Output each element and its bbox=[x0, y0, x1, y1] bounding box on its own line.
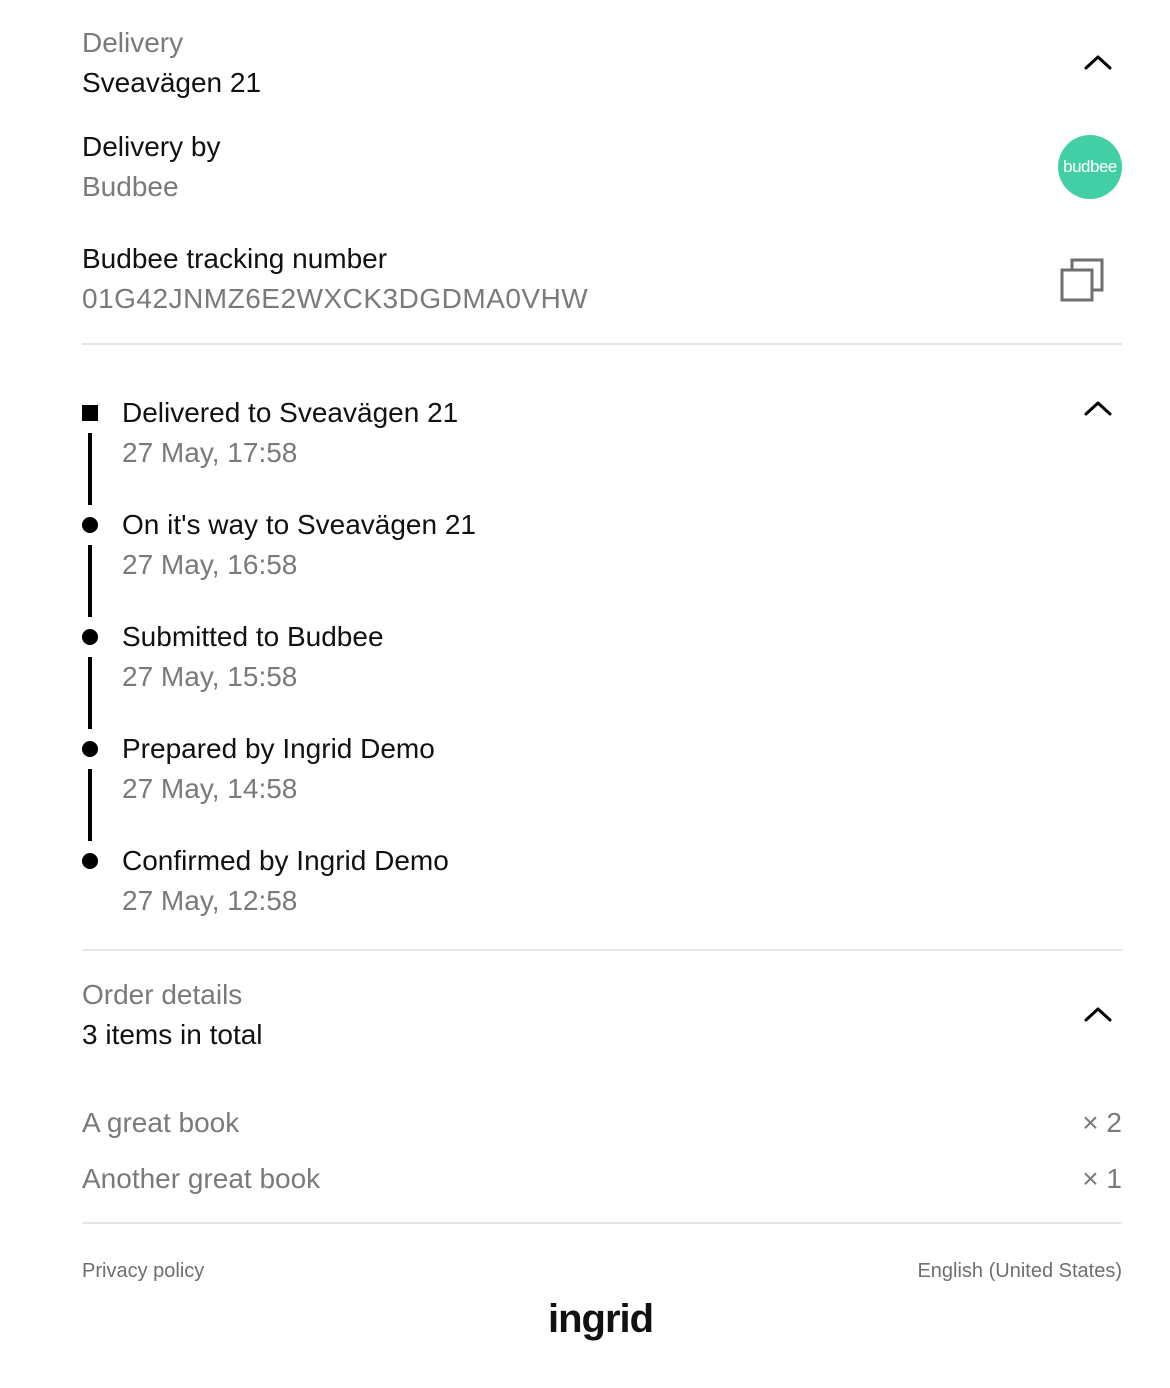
timeline-connector bbox=[88, 657, 92, 729]
order-summary: 3 items in total bbox=[82, 1019, 263, 1050]
collapse-timeline-chevron-up-icon[interactable] bbox=[1082, 398, 1114, 418]
privacy-policy-link[interactable]: Privacy policy bbox=[82, 1257, 204, 1285]
timeline-event-time: 27 May, 16:58 bbox=[122, 549, 298, 580]
timeline-event-title: On it's way to Sveavägen 21 bbox=[122, 509, 476, 540]
timeline-connector bbox=[88, 433, 92, 505]
delivery-heading: Delivery bbox=[82, 27, 184, 58]
timeline-event-title: Confirmed by Ingrid Demo bbox=[122, 845, 449, 876]
order-item-qty: × 2 bbox=[1082, 1107, 1122, 1138]
copy-icon[interactable] bbox=[1058, 256, 1106, 304]
budbee-logo: budbee bbox=[1058, 135, 1122, 199]
carrier-name: Budbee bbox=[82, 171, 179, 202]
timeline-event-time: 27 May, 17:58 bbox=[122, 437, 298, 468]
delivery-by-heading: Delivery by bbox=[82, 131, 221, 162]
timeline-connector bbox=[88, 545, 92, 617]
divider-order bbox=[82, 1222, 1122, 1224]
timeline-event-time: 27 May, 15:58 bbox=[122, 661, 298, 692]
divider-timeline bbox=[82, 949, 1122, 951]
timeline-event-title: Submitted to Budbee bbox=[122, 621, 384, 652]
collapse-order-chevron-up-icon[interactable] bbox=[1082, 1004, 1114, 1024]
timeline-dot bbox=[82, 741, 98, 757]
divider-delivery bbox=[82, 343, 1122, 345]
language-selector[interactable]: English (United States) bbox=[917, 1257, 1122, 1285]
timeline-event-title: Prepared by Ingrid Demo bbox=[122, 733, 435, 764]
tracking-number: 01G42JNMZ6E2WXCK3DGDMA0VHW bbox=[82, 283, 589, 314]
order-item-qty: × 1 bbox=[1082, 1163, 1122, 1194]
timeline-dot bbox=[82, 629, 98, 645]
timeline-event-time: 27 May, 12:58 bbox=[122, 885, 298, 916]
order-item-name: A great book bbox=[82, 1107, 240, 1138]
tracking-heading: Budbee tracking number bbox=[82, 243, 388, 274]
delivery-address: Sveavägen 21 bbox=[82, 67, 262, 98]
ingrid-logo: ingrid bbox=[548, 1297, 654, 1341]
timeline-dot bbox=[82, 517, 98, 533]
order-heading: Order details bbox=[82, 979, 243, 1010]
timeline-dot bbox=[82, 853, 98, 869]
timeline-connector bbox=[88, 769, 92, 841]
timeline-current-marker bbox=[82, 405, 98, 421]
collapse-delivery-chevron-up-icon[interactable] bbox=[1082, 52, 1114, 72]
timeline-event-title: Delivered to Sveavägen 21 bbox=[122, 397, 459, 428]
order-item-name: Another great book bbox=[82, 1163, 321, 1194]
timeline-event-time: 27 May, 14:58 bbox=[122, 773, 298, 804]
